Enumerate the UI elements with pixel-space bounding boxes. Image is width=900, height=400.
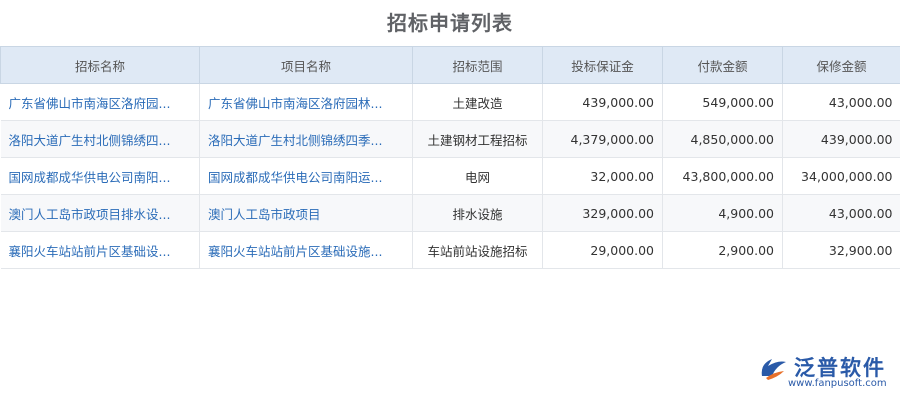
- table-header: 招标名称 项目名称 招标范围 投标保证金 付款金额 保修金额: [0, 46, 900, 84]
- column-header-payment[interactable]: 付款金额: [662, 46, 783, 84]
- bid-application-table: 招标名称 项目名称 招标范围 投标保证金 付款金额 保修金额 广东省佛山市南海区…: [0, 46, 900, 269]
- deposit-cell: 439,000.00: [542, 83, 663, 121]
- table-row[interactable]: 广东省佛山市南海区洛府园... 广东省佛山市南海区洛府园林... 土建改造 43…: [0, 83, 900, 121]
- column-header-warranty[interactable]: 保修金额: [782, 46, 900, 84]
- deposit-cell: 32,000.00: [542, 157, 663, 195]
- warranty-cell: 439,000.00: [782, 120, 900, 158]
- payment-cell: 43,800,000.00: [662, 157, 783, 195]
- warranty-cell: 34,000,000.00: [782, 157, 900, 195]
- project-name-link[interactable]: 澳门人工岛市政项目: [199, 194, 413, 232]
- column-header-project-name[interactable]: 项目名称: [199, 46, 413, 84]
- payment-cell: 2,900.00: [662, 231, 783, 269]
- scope-cell: 电网: [412, 157, 543, 195]
- deposit-cell: 4,379,000.00: [542, 120, 663, 158]
- warranty-cell: 43,000.00: [782, 83, 900, 121]
- page-title: 招标申请列表: [387, 11, 513, 35]
- payment-cell: 4,900.00: [662, 194, 783, 232]
- fanpu-logo-icon: [761, 359, 786, 380]
- deposit-cell: 29,000.00: [542, 231, 663, 269]
- table-row[interactable]: 澳门人工岛市政项目排水设... 澳门人工岛市政项目 排水设施 329,000.0…: [0, 194, 900, 232]
- fanpusoft-logo: 泛普软件 www.fanpusoft.com: [758, 352, 888, 392]
- bid-name-link[interactable]: 国网成都成华供电公司南阳...: [0, 157, 200, 195]
- project-name-link[interactable]: 襄阳火车站站前片区基础设施...: [199, 231, 413, 269]
- table-row[interactable]: 襄阳火车站站前片区基础设... 襄阳火车站站前片区基础设施... 车站前站设施招…: [0, 231, 900, 269]
- scope-cell: 车站前站设施招标: [412, 231, 543, 269]
- project-name-link[interactable]: 广东省佛山市南海区洛府园林...: [199, 83, 413, 121]
- payment-cell: 549,000.00: [662, 83, 783, 121]
- bid-name-link[interactable]: 襄阳火车站站前片区基础设...: [0, 231, 200, 269]
- logo-url: www.fanpusoft.com: [788, 378, 887, 389]
- scope-cell: 土建改造: [412, 83, 543, 121]
- scope-cell: 土建钢材工程招标: [412, 120, 543, 158]
- table-row[interactable]: 国网成都成华供电公司南阳... 国网成都成华供电公司南阳运... 电网 32,0…: [0, 157, 900, 195]
- scope-cell: 排水设施: [412, 194, 543, 232]
- payment-cell: 4,850,000.00: [662, 120, 783, 158]
- bid-name-link[interactable]: 澳门人工岛市政项目排水设...: [0, 194, 200, 232]
- warranty-cell: 43,000.00: [782, 194, 900, 232]
- column-header-scope[interactable]: 招标范围: [412, 46, 543, 84]
- bid-name-link[interactable]: 广东省佛山市南海区洛府园...: [0, 83, 200, 121]
- table-row[interactable]: 洛阳大道广生村北侧锦绣四... 洛阳大道广生村北侧锦绣四季... 土建钢材工程招…: [0, 120, 900, 158]
- column-header-deposit[interactable]: 投标保证金: [542, 46, 663, 84]
- page: 招标申请列表 招标名称 项目名称 招标范围 投标保证金 付款金额 保修金额 广东…: [0, 0, 900, 400]
- project-name-link[interactable]: 国网成都成华供电公司南阳运...: [199, 157, 413, 195]
- warranty-cell: 32,900.00: [782, 231, 900, 269]
- column-header-bid-name[interactable]: 招标名称: [0, 46, 200, 84]
- header-row: 招标名称 项目名称 招标范围 投标保证金 付款金额 保修金额: [0, 46, 900, 84]
- deposit-cell: 329,000.00: [542, 194, 663, 232]
- project-name-link[interactable]: 洛阳大道广生村北侧锦绣四季...: [199, 120, 413, 158]
- table-body: 广东省佛山市南海区洛府园... 广东省佛山市南海区洛府园林... 土建改造 43…: [0, 83, 900, 269]
- bid-name-link[interactable]: 洛阳大道广生村北侧锦绣四...: [0, 120, 200, 158]
